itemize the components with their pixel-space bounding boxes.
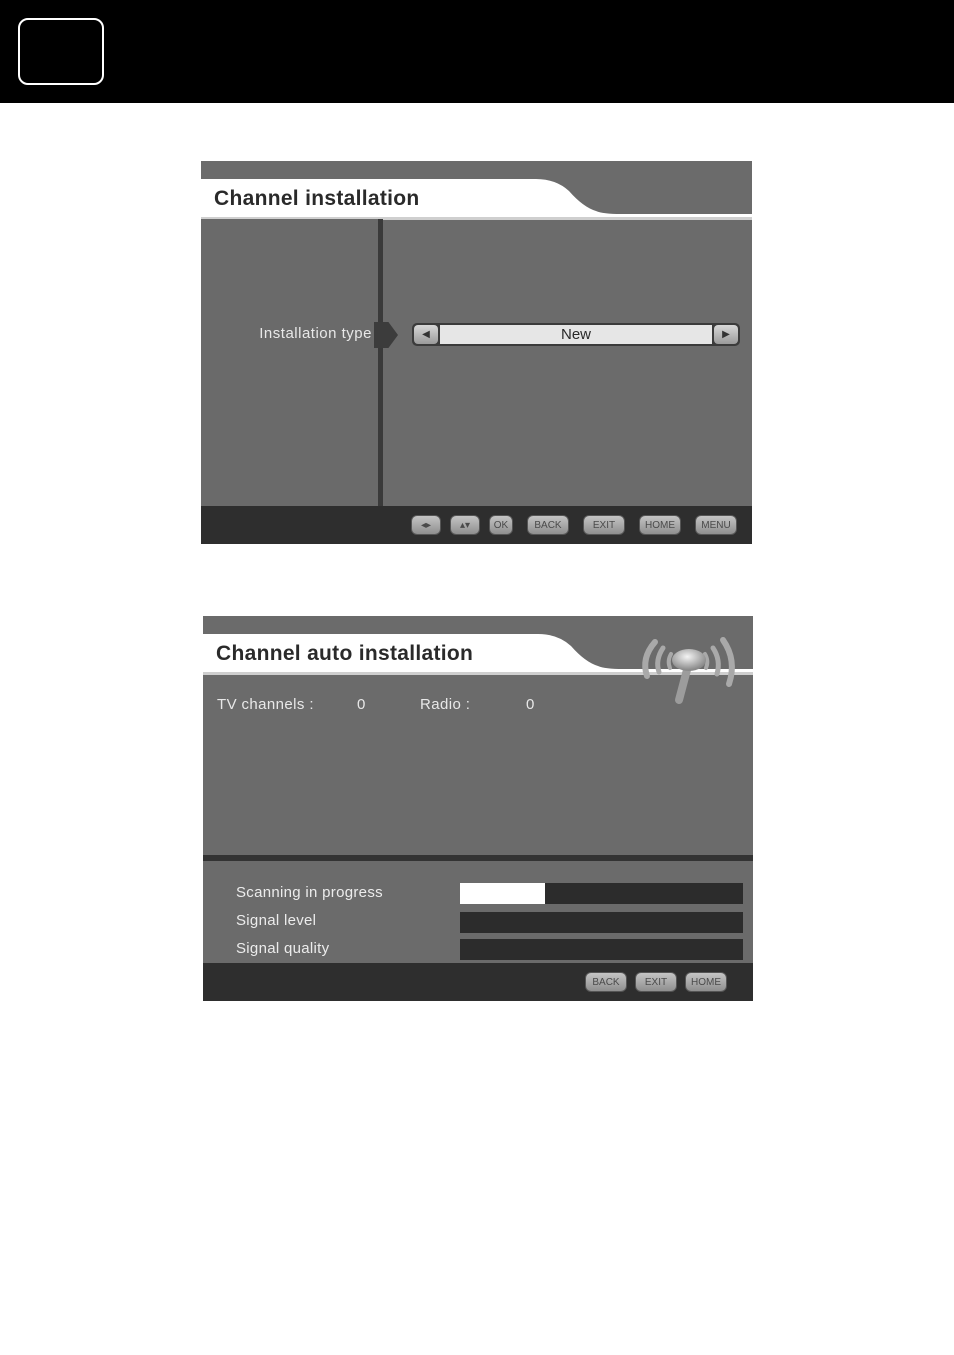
tv-channels-count: 0	[357, 696, 366, 713]
pane-divider	[378, 219, 383, 506]
screen-title: Channel auto installation	[216, 642, 474, 665]
scanning-progress-bar	[460, 883, 743, 904]
selection-pointer-icon	[374, 322, 398, 348]
top-header-bar	[0, 0, 954, 103]
page-number-frame	[18, 18, 104, 85]
remote-key-legend: BACK EXIT HOME	[203, 963, 753, 1001]
title-band: Channel installation	[201, 161, 752, 221]
tv-channels-label: TV channels :	[217, 696, 314, 713]
signal-level-bar	[460, 912, 743, 933]
up-down-arrows-icon[interactable]: ▴▾	[450, 515, 480, 535]
antenna-signal-icon	[642, 637, 735, 704]
remote-key-legend: ◂▸ ▴▾ OK BACK EXIT HOME MENU	[201, 506, 752, 544]
installation-type-value: New	[440, 325, 712, 344]
home-key[interactable]: HOME	[639, 515, 681, 535]
section-divider	[203, 855, 753, 861]
installation-type-selector[interactable]: ◀ New ▶	[412, 323, 740, 346]
scanning-progress-fill	[460, 883, 545, 904]
signal-quality-bar	[460, 939, 743, 960]
channel-installation-screen: Channel installation Installation type ◀…	[201, 161, 752, 544]
scanning-label: Scanning in progress	[236, 884, 383, 901]
radio-count: 0	[526, 696, 535, 713]
back-key[interactable]: BACK	[585, 972, 627, 992]
radio-label: Radio :	[420, 696, 471, 713]
arrow-left-icon[interactable]: ◀	[414, 325, 438, 344]
left-right-arrows-icon[interactable]: ◂▸	[411, 515, 441, 535]
ok-key[interactable]: OK	[489, 515, 513, 535]
installation-type-label: Installation type	[259, 325, 372, 342]
arrow-right-icon[interactable]: ▶	[714, 325, 738, 344]
exit-key[interactable]: EXIT	[583, 515, 625, 535]
signal-quality-label: Signal quality	[236, 940, 330, 957]
back-key[interactable]: BACK	[527, 515, 569, 535]
exit-key[interactable]: EXIT	[635, 972, 677, 992]
screen-title: Channel installation	[214, 187, 420, 210]
menu-key[interactable]: MENU	[695, 515, 737, 535]
home-key[interactable]: HOME	[685, 972, 727, 992]
left-pane	[201, 219, 378, 506]
channel-auto-installation-screen: Channel auto installation TV channels : …	[203, 616, 753, 1001]
signal-level-label: Signal level	[236, 912, 317, 929]
